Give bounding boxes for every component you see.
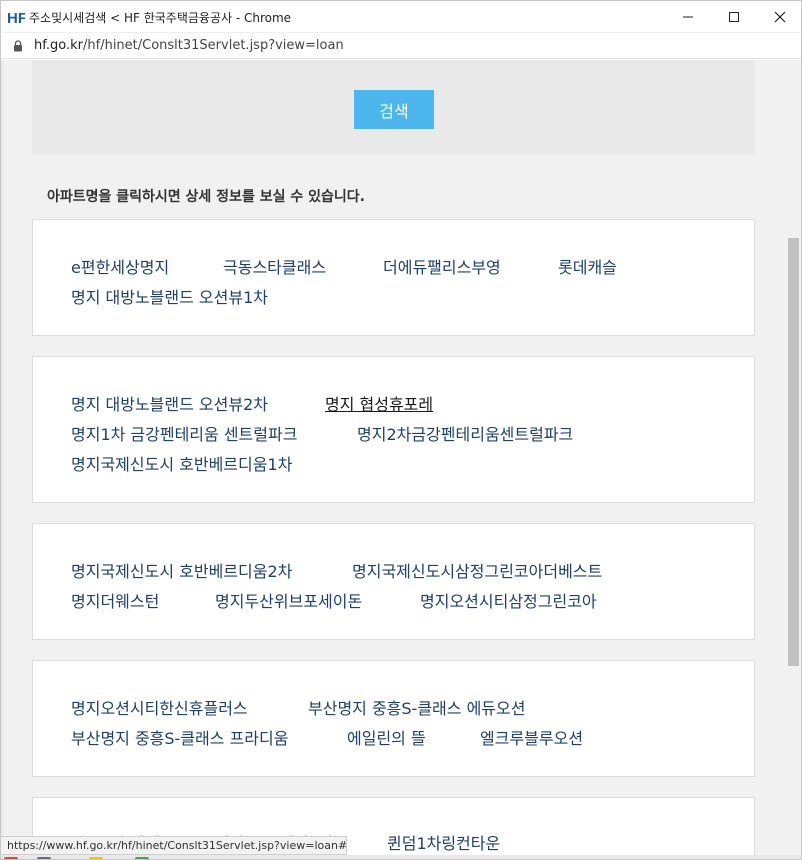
window-title: 주소및시세검색 < HF 한국주택금융공사 - Chrome [29,11,292,25]
apartment-link[interactable]: 롯데캐슬 [558,254,617,278]
maximize-icon [729,12,739,22]
apartment-link[interactable]: 명지더웨스턴 [71,588,159,612]
close-button[interactable] [757,1,801,33]
scrollbar-thumb[interactable] [788,238,799,666]
apartment-link[interactable]: 명지1차 금강펜테리움 센트럴파크 [71,421,297,445]
maximize-button[interactable] [711,1,757,33]
apartment-group-3: 명지국제신도시 호반베르디움2차 명지국제신도시삼정그린코아더베스트 명지더웨스… [32,523,755,640]
apartment-link[interactable]: e편한세상명지 [71,254,169,278]
status-bar-url: https://www.hf.go.kr/hf/hinet/Conslt31Se… [1,836,347,855]
apartment-link[interactable]: 엘크루블루오션 [480,725,583,749]
apartment-link[interactable]: 부산명지 중흥S-클래스 프라디움 [71,725,288,749]
minimize-button[interactable] [665,1,711,33]
url-host: hf.go.kr [34,38,83,53]
apartment-link[interactable]: 극동스타클래스 [223,254,326,278]
search-button[interactable]: 검색 [354,90,434,129]
svg-text:HF: HF [7,10,25,26]
apartment-group-4: 명지오션시티한신휴플러스 부산명지 중흥S-클래스 에듀오션 부산명지 중흥S-… [32,660,755,777]
apartment-link[interactable]: 명지국제신도시 호반베르디움1차 [71,451,292,475]
url-text[interactable]: hf.go.kr/hf/hinet/Conslt31Servlet.jsp?vi… [34,38,344,53]
page-content: 검색 아파트명을 클릭하시면 상세 정보를 보실 수 있습니다. e편한세상명지… [1,60,801,859]
apartment-link[interactable]: 명지 대방노블랜드 오션뷰2차 [71,391,268,415]
apartment-link[interactable]: 부산명지 중흥S-클래스 에듀오션 [308,695,525,719]
search-panel: 검색 [32,60,755,154]
apartment-group-1: e편한세상명지 극동스타클래스 더에듀팰리스부영 롯데캐슬 명지 대방노블랜드 … [32,219,755,336]
apartment-link[interactable]: 명지국제신도시삼정그린코아더베스트 [352,558,602,582]
apartment-link[interactable]: 더에듀팰리스부영 [383,254,501,278]
address-bar[interactable]: hf.go.kr/hf/hinet/Conslt31Servlet.jsp?vi… [1,33,801,59]
apartment-link[interactable]: 퀸덤1차링컨타운 [387,830,500,854]
hf-logo-icon: HF [7,10,25,26]
apartment-link[interactable]: 명지오션시티한신휴플러스 [71,695,248,719]
apartment-link[interactable]: 명지두산위브포세이돈 [215,588,362,612]
taskbar-edge [1,855,801,859]
close-icon [774,11,786,23]
apartment-link-hovered[interactable]: 명지 협성휴포레 [325,391,433,415]
apartment-group-2: 명지 대방노블랜드 오션뷰2차 명지 협성휴포레 명지1차 금강펜테리움 센트럴… [32,356,755,503]
apartment-link[interactable]: 명지 대방노블랜드 오션뷰1차 [71,284,268,308]
minimize-icon [683,16,693,18]
lock-icon [14,40,22,52]
apartment-link[interactable]: 명지2차금강펜테리움센트럴파크 [357,421,573,445]
apartment-link[interactable]: 명지오션시티삼정그린코아 [420,588,597,612]
apartment-link[interactable]: 명지국제신도시 호반베르디움2차 [71,558,292,582]
apartment-link[interactable]: 에일린의 뜰 [347,725,426,749]
browser-window: HF 주소및시세검색 < HF 한국주택금융공사 - Chrome hf.go.… [0,0,802,860]
title-bar: HF 주소및시세검색 < HF 한국주택금융공사 - Chrome [1,1,801,33]
url-path: /hf/hinet/Conslt31Servlet.jsp?view=loan [83,38,344,53]
left-edge [1,60,3,859]
notice-text: 아파트명을 클릭하시면 상세 정보를 보실 수 있습니다. [47,189,365,205]
